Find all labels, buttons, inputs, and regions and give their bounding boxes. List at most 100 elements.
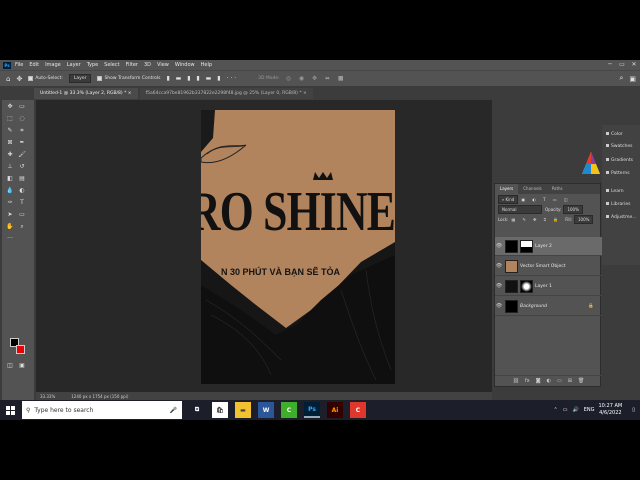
healing-icon[interactable]: ✚ bbox=[6, 151, 14, 159]
word-icon[interactable]: W bbox=[258, 402, 274, 418]
tab-layers[interactable]: Layers bbox=[495, 184, 519, 194]
menu-filter[interactable]: Filter bbox=[126, 62, 138, 68]
quick-mask-icon[interactable]: ◫ bbox=[6, 362, 14, 370]
layer-row-layer-1[interactable]: 👁 Layer 1 bbox=[495, 277, 602, 296]
link-icon[interactable]: ⛓ bbox=[513, 378, 519, 384]
menu-type[interactable]: Type bbox=[87, 62, 98, 68]
eraser-icon[interactable]: ◧ bbox=[6, 175, 14, 183]
trash-icon[interactable]: 🗑 bbox=[578, 378, 584, 384]
tab-channels[interactable]: Channels bbox=[518, 184, 547, 194]
volume-icon[interactable]: 🔊 bbox=[572, 407, 578, 413]
tray-chevron-icon[interactable]: ⌃ bbox=[554, 407, 558, 413]
layer-row-layer-2[interactable]: 👁 Layer 2 bbox=[495, 237, 602, 256]
3d-icons[interactable]: ◎ ◉ ✥ ⬌ ■ bbox=[286, 75, 347, 82]
shape-icon[interactable]: ▭ bbox=[18, 211, 26, 219]
maximize-icon[interactable]: ▭ bbox=[616, 60, 628, 70]
lasso-icon[interactable]: ◌ bbox=[18, 115, 26, 123]
photoshop-icon[interactable]: Ps bbox=[304, 402, 320, 418]
illustrator-icon[interactable]: Ai bbox=[327, 402, 343, 418]
crop-icon[interactable]: ⌗ bbox=[18, 127, 26, 135]
adjustment-icon[interactable]: ◐ bbox=[547, 378, 551, 384]
panel-swatches[interactable]: Swatches bbox=[606, 144, 633, 149]
menu-help[interactable]: Help bbox=[201, 62, 212, 68]
camtasia-recorder-icon[interactable]: C bbox=[350, 402, 366, 418]
quick-select-icon[interactable]: ✎ bbox=[6, 127, 14, 135]
zoom-icon[interactable]: ⌕ bbox=[18, 223, 26, 231]
screen-mode-icon[interactable]: ▣ bbox=[18, 362, 26, 370]
search-icon[interactable]: ⌕ bbox=[619, 74, 623, 83]
store-icon[interactable]: 🛍 bbox=[212, 402, 228, 418]
add-mask-icon[interactable]: ◙ bbox=[536, 378, 541, 384]
layer-row-vector-smart-object[interactable]: 👁 Vector Smart Object bbox=[495, 257, 602, 276]
move-icon[interactable]: ✥ bbox=[6, 103, 14, 111]
layer-name[interactable]: Background bbox=[520, 304, 547, 309]
menu-edit[interactable]: Edit bbox=[29, 62, 39, 68]
close-icon[interactable]: ✕ bbox=[628, 60, 640, 70]
minimize-icon[interactable]: ─ bbox=[604, 60, 616, 70]
frame-icon[interactable]: ⊠ bbox=[6, 139, 14, 147]
tab-jpg[interactable]: f5a64cca97be81962b337822e2298f48.jpg @ 2… bbox=[139, 88, 313, 99]
auto-select-target-dropdown[interactable]: Layer bbox=[68, 74, 92, 83]
document-canvas[interactable]: RO SHINE N 30 PHÚT VÀ BẠN SẼ TỎA bbox=[201, 110, 395, 384]
blur-icon[interactable]: 💧 bbox=[6, 187, 14, 195]
path-select-icon[interactable]: ➤ bbox=[6, 211, 14, 219]
auto-select-checkbox[interactable] bbox=[28, 76, 34, 81]
opacity-input[interactable]: 100% bbox=[563, 204, 583, 214]
eyedropper-icon[interactable]: ✒ bbox=[18, 139, 26, 147]
type-icon[interactable]: T bbox=[18, 199, 26, 207]
panel-learn[interactable]: Learn bbox=[606, 189, 624, 194]
layer-row-background[interactable]: 👁 Background 🔒 bbox=[495, 297, 602, 316]
more-tools-icon[interactable]: ··· bbox=[6, 235, 14, 243]
visibility-eye-icon[interactable]: 👁 bbox=[495, 283, 503, 289]
camtasia-icon[interactable]: C bbox=[281, 402, 297, 418]
menu-file[interactable]: File bbox=[15, 62, 23, 68]
microphone-icon[interactable]: 🎤 bbox=[170, 407, 177, 414]
menu-select[interactable]: Select bbox=[104, 62, 119, 68]
fx-icon[interactable]: fx bbox=[525, 378, 530, 384]
tab-untitled-1[interactable]: Untitled-1 @ 33.3% (Layer 2, RGB/8) * × bbox=[34, 88, 138, 99]
stamp-icon[interactable]: ⊥ bbox=[6, 163, 14, 171]
lock-icons[interactable]: ▦ ✎ ✥ ⌗ 🔒 bbox=[511, 217, 561, 222]
panel-adjustments[interactable]: Adjustme... bbox=[606, 215, 637, 220]
visibility-eye-icon[interactable]: 👁 bbox=[495, 263, 503, 269]
panel-gradients[interactable]: Gradients bbox=[606, 158, 633, 163]
move-tool-icon[interactable]: ✥ bbox=[16, 75, 22, 83]
history-brush-icon[interactable]: ↺ bbox=[18, 163, 26, 171]
group-folder-icon[interactable]: ▭ bbox=[557, 378, 562, 384]
background-color-swatch[interactable] bbox=[16, 345, 25, 354]
blend-mode-dropdown[interactable]: Normal bbox=[498, 204, 542, 214]
zoom-level[interactable]: 33.33% bbox=[40, 394, 55, 399]
canvas-area[interactable]: RO SHINE N 30 PHÚT VÀ BẠN SẼ TỎA bbox=[36, 100, 492, 392]
layer-mask-thumbnail[interactable] bbox=[520, 279, 533, 293]
tab-close-icon[interactable]: × bbox=[128, 91, 132, 96]
menu-view[interactable]: View bbox=[157, 62, 169, 68]
taskbar-clock[interactable]: 10:27 AM 4/6/2022 bbox=[599, 403, 623, 417]
task-view-icon[interactable]: ⧉ bbox=[189, 402, 205, 418]
menu-image[interactable]: Image bbox=[45, 62, 61, 68]
file-explorer-icon[interactable]: ▬ bbox=[235, 402, 251, 418]
layer-name[interactable]: Vector Smart Object bbox=[520, 264, 565, 269]
start-button[interactable] bbox=[0, 400, 20, 420]
gradient-icon[interactable]: ▤ bbox=[18, 175, 26, 183]
hand-icon[interactable]: ✋ bbox=[6, 223, 14, 231]
visibility-eye-icon[interactable]: 👁 bbox=[495, 243, 503, 249]
visibility-eye-icon[interactable]: 👁 bbox=[495, 303, 503, 309]
menu-layer[interactable]: Layer bbox=[67, 62, 81, 68]
pen-icon[interactable]: ✑ bbox=[6, 199, 14, 207]
panel-color[interactable]: Color bbox=[606, 132, 623, 137]
marquee-icon[interactable]: ⬚ bbox=[6, 115, 14, 123]
transform-controls-checkbox[interactable] bbox=[97, 76, 103, 81]
brush-icon[interactable]: 🖌 bbox=[18, 151, 26, 159]
network-icon[interactable]: ▭ bbox=[563, 407, 568, 413]
align-icons[interactable]: ▮ ▬ ▮ ▮ ▬ ▮ ··· bbox=[166, 75, 238, 82]
menu-window[interactable]: Window bbox=[175, 62, 195, 68]
new-layer-icon[interactable]: ⊞ bbox=[568, 378, 572, 384]
artboard-icon[interactable]: ▭ bbox=[18, 103, 26, 111]
fill-input[interactable]: 100% bbox=[573, 214, 594, 224]
filter-icons[interactable]: ▣ ◐ T ▭ ◫ bbox=[521, 197, 570, 202]
taskbar-search-box[interactable]: ⚲ Type here to search 🎤 bbox=[22, 401, 182, 419]
layer-name[interactable]: Layer 2 bbox=[535, 244, 552, 249]
panel-libraries[interactable]: Libraries bbox=[606, 202, 630, 207]
layer-name[interactable]: Layer 1 bbox=[535, 284, 552, 289]
panel-patterns[interactable]: Patterns bbox=[606, 171, 630, 176]
